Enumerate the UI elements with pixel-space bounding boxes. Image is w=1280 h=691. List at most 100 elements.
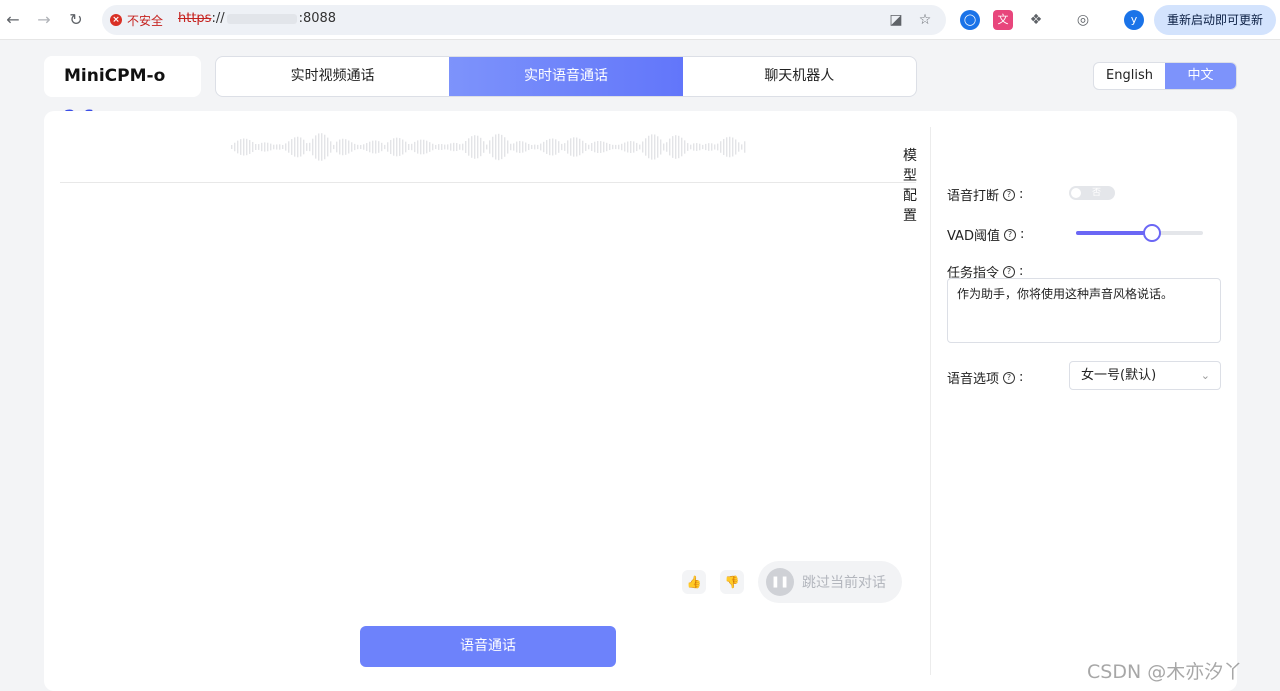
lang-chinese-button[interactable]: 中文	[1165, 63, 1236, 89]
waveform-bar	[513, 143, 515, 151]
waveform-bar	[567, 140, 569, 154]
task-instruction-input[interactable]: 作为助手，你将使用这种声音风格说话。	[947, 278, 1221, 343]
waveform-bar	[684, 140, 686, 154]
extension-translate-icon[interactable]: 文	[993, 10, 1013, 30]
security-chip[interactable]: × 不安全	[110, 9, 163, 31]
waveform-bar	[255, 144, 257, 150]
help-icon[interactable]: ?	[1003, 188, 1016, 201]
waveform-bar	[414, 141, 416, 153]
watermark: CSDN @木亦汐丫	[1087, 661, 1243, 683]
waveform-bar	[636, 142, 638, 152]
help-icon[interactable]: ?	[1003, 228, 1016, 241]
waveform-bar	[702, 144, 704, 150]
language-switch: English 中文	[1093, 62, 1237, 90]
waveform-bar	[633, 141, 635, 153]
waveform-bar	[321, 133, 323, 161]
browser-toolbar: ← → ↻ × 不安全 https://:8088 ◪ ☆ ◯ 文 ❖ ◎ y …	[0, 0, 1280, 40]
voice-select[interactable]: 女一号(默认) ⌄	[1069, 361, 1221, 390]
waveform-bar	[501, 134, 503, 160]
waveform-bar	[243, 138, 245, 156]
waveform-bar	[597, 141, 599, 153]
voice-call-button[interactable]: 语音通话	[360, 626, 616, 667]
skip-dialog-button[interactable]: ❚❚ 跳过当前对话	[758, 561, 902, 603]
pause-icon: ❚❚	[766, 568, 794, 596]
back-arrow-icon[interactable]: ←	[2, 9, 24, 31]
audio-waveform	[231, 133, 746, 161]
translate-icon[interactable]: ◪	[886, 10, 906, 30]
interrupt-label: 语音打断 ?:	[947, 187, 1024, 204]
address-bar[interactable]: × 不安全 https://:8088 ◪ ☆	[102, 5, 946, 35]
forward-arrow-icon[interactable]: →	[33, 9, 55, 31]
waveform-bar	[714, 144, 716, 150]
waveform-bar	[579, 138, 581, 156]
waveform-bar	[573, 137, 575, 157]
waveform-bar	[603, 141, 605, 153]
tab-voice-call[interactable]: 实时语音通话	[449, 57, 683, 96]
waveform-bar	[348, 140, 350, 154]
waveform-bar	[645, 138, 647, 156]
waveform-bar	[417, 140, 419, 154]
reload-icon[interactable]: ↻	[65, 9, 87, 31]
tab-chatbot[interactable]: 聊天机器人	[683, 57, 916, 96]
extensions-puzzle-icon[interactable]: ❖	[1026, 10, 1046, 30]
waveform-bar	[312, 138, 314, 156]
vad-slider[interactable]	[1076, 224, 1203, 242]
waveform-bar	[543, 141, 545, 153]
waveform-bar	[438, 144, 440, 150]
vad-label: VAD阈值 ?:	[947, 227, 1025, 244]
waveform-bar	[519, 140, 521, 154]
lang-english-button[interactable]: English	[1094, 63, 1165, 89]
waveform-bar	[537, 144, 539, 150]
warning-icon: ×	[110, 14, 122, 26]
waveform-bar	[483, 141, 485, 153]
waveform-bar	[552, 138, 554, 156]
waveform-bar	[630, 140, 632, 154]
profile-avatar[interactable]: y	[1124, 10, 1144, 30]
waveform-bar	[378, 141, 380, 153]
waveform-bar	[708, 143, 710, 151]
waveform-bar	[369, 141, 371, 153]
waveform-bar	[300, 137, 302, 157]
help-icon[interactable]: ?	[1003, 265, 1016, 278]
waveform-bar	[297, 136, 299, 158]
waveform-bar	[507, 140, 509, 154]
interrupt-toggle[interactable]: 否	[1069, 186, 1115, 200]
waveform-bar	[360, 144, 362, 150]
extension-blue-icon[interactable]: ◯	[960, 10, 980, 30]
chevron-down-icon: ⌄	[1200, 369, 1210, 382]
waveform-bar	[546, 140, 548, 154]
waveform-bar	[729, 136, 731, 158]
waveform-bar	[627, 141, 629, 153]
help-icon[interactable]: ?	[1003, 371, 1016, 384]
tab-video-call[interactable]: 实时视频通话	[216, 57, 449, 96]
waveform-bar	[741, 144, 743, 150]
waveform-bar	[402, 139, 404, 155]
toggle-state: 否	[1092, 188, 1102, 198]
waveform-bar	[738, 142, 740, 152]
restart-update-button[interactable]: 重新启动即可更新	[1154, 5, 1276, 35]
waveform-bar	[444, 144, 446, 150]
waveform-bar	[315, 135, 317, 159]
waveform-bar	[591, 143, 593, 151]
waveform-bar	[699, 143, 701, 151]
waveform-bar	[450, 143, 452, 151]
thumbs-down-icon[interactable]: 👎	[720, 570, 744, 594]
waveform-bar	[576, 137, 578, 157]
screenshot-icon[interactable]: ◎	[1073, 10, 1093, 30]
waveform-bar	[363, 144, 365, 150]
bookmark-star-icon[interactable]: ☆	[915, 10, 935, 30]
waveform-bar	[618, 144, 620, 150]
waveform-bar	[330, 141, 332, 153]
waveform-bar	[717, 143, 719, 151]
waveform-bar	[516, 141, 518, 153]
waveform-bar	[351, 142, 353, 152]
waveform-bar	[336, 141, 338, 153]
waveform-bar	[354, 143, 356, 151]
thumbs-up-icon[interactable]: 👍	[682, 570, 706, 594]
slider-fill	[1076, 231, 1153, 235]
url-text[interactable]: https://:8088	[178, 11, 336, 26]
waveform-bar	[384, 144, 386, 150]
waveform-bar	[720, 141, 722, 153]
waveform-bar	[408, 144, 410, 150]
waveform-bar	[426, 140, 428, 154]
